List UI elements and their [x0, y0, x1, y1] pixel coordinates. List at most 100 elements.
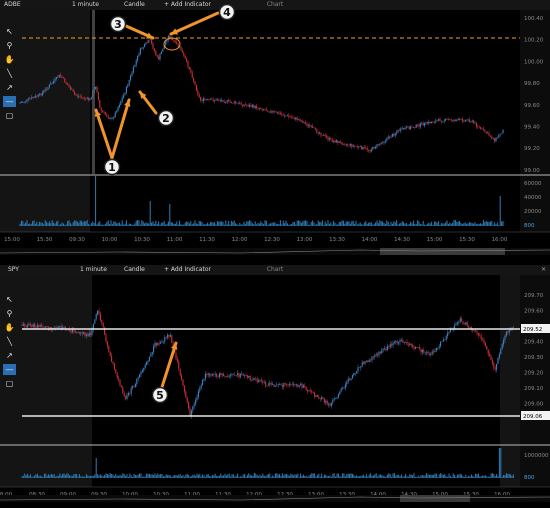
candle — [437, 347, 439, 349]
candle — [253, 378, 255, 379]
volume-bar — [498, 224, 500, 226]
candle — [383, 141, 385, 144]
volume-bar — [235, 223, 237, 226]
line-icon[interactable]: ╲ — [3, 336, 16, 347]
navigator-window — [400, 495, 470, 502]
rectangle-icon[interactable]: ▢ — [3, 110, 16, 121]
candle — [461, 118, 463, 122]
candle — [87, 334, 89, 337]
arrow-icon[interactable]: ↗ — [3, 350, 16, 361]
volume-bar — [359, 222, 361, 226]
horizontal-line-icon[interactable]: — — [3, 364, 16, 375]
candle — [426, 351, 428, 353]
volume-bar — [131, 224, 133, 226]
candle — [35, 327, 37, 328]
candle — [173, 40, 175, 42]
volume-bar — [48, 221, 50, 226]
candle — [135, 60, 137, 65]
candle — [498, 134, 500, 138]
volume-bar — [344, 476, 346, 478]
volume-bar — [370, 222, 372, 226]
candle — [291, 116, 293, 118]
volume-bar — [46, 221, 48, 226]
annotation-number: 4 — [223, 6, 231, 19]
arrow-icon[interactable]: ↗ — [3, 82, 16, 93]
chart-canvas[interactable]: 209.70209.60209.50209.40209.30209.20209.… — [0, 265, 550, 508]
volume-bar — [187, 221, 189, 226]
pointer-icon[interactable]: ↖ — [3, 26, 16, 37]
candle — [289, 116, 291, 118]
candle — [136, 378, 138, 384]
candle — [101, 320, 103, 323]
hand-icon[interactable]: ✋ — [3, 54, 16, 65]
price-tick-label: 100.40 — [524, 16, 544, 22]
candle — [345, 144, 347, 145]
volume-bar — [220, 473, 222, 478]
candle — [425, 122, 427, 123]
volume-bar — [183, 476, 185, 478]
volume-bar — [459, 220, 461, 226]
volume-bar — [464, 222, 466, 226]
chart-canvas[interactable]: 100.40 100.20 100.00 99.80 99.60 99.40 99.20 99… — [0, 0, 550, 262]
volume-bar — [68, 220, 70, 226]
volume-bar — [471, 223, 473, 226]
candle — [283, 383, 285, 387]
candle — [463, 121, 465, 122]
candle — [422, 123, 424, 126]
volume-bar — [291, 474, 293, 478]
candle — [118, 105, 120, 108]
candle — [122, 387, 124, 393]
volume-bar — [305, 475, 307, 478]
volume-bar — [145, 222, 147, 226]
volume-bar — [230, 476, 232, 478]
volume-bar — [421, 475, 423, 478]
volume-bar — [81, 476, 83, 478]
volume-bar — [484, 475, 486, 478]
candle — [304, 385, 306, 387]
candle — [368, 359, 370, 363]
volume-bar — [244, 224, 246, 226]
zoom-icon[interactable]: ⚲ — [3, 308, 16, 319]
hand-icon[interactable]: ✋ — [3, 322, 16, 333]
candle — [184, 55, 186, 59]
candle — [438, 118, 440, 121]
volume-bar — [461, 474, 463, 478]
volume-bar — [267, 474, 269, 478]
price-tick-label: 209.70 — [524, 293, 544, 299]
horizontal-line-icon[interactable]: — — [3, 96, 16, 107]
candle — [330, 138, 332, 140]
pointer-icon[interactable]: ↖ — [3, 294, 16, 305]
candle — [386, 346, 388, 351]
candle — [278, 113, 280, 114]
candle — [478, 126, 480, 128]
candle — [337, 140, 339, 143]
candle — [398, 130, 400, 132]
volume-bar — [304, 475, 306, 478]
volume-bar — [484, 221, 486, 226]
volume-bar — [232, 221, 234, 226]
candle — [24, 324, 26, 327]
candle — [388, 346, 390, 348]
candle — [465, 322, 467, 325]
candle — [90, 97, 92, 100]
volume-bar — [330, 222, 332, 226]
zoom-icon[interactable]: ⚲ — [3, 40, 16, 51]
candle — [325, 400, 327, 403]
volume-bar — [211, 475, 213, 478]
volume-bar — [347, 221, 349, 226]
volume-bar — [407, 476, 409, 478]
candle — [148, 356, 150, 361]
candle — [130, 387, 132, 394]
candle — [226, 100, 228, 103]
volume-bar — [159, 224, 161, 226]
candle — [389, 344, 391, 348]
volume-bar — [225, 220, 227, 226]
volume-bar — [379, 474, 381, 478]
line-icon[interactable]: ╲ — [3, 68, 16, 79]
rectangle-icon[interactable]: ▢ — [3, 378, 16, 389]
candle — [493, 363, 495, 368]
candle — [482, 339, 484, 340]
volume-bar — [119, 474, 121, 478]
volume-bar — [477, 223, 479, 226]
volume-bar — [147, 473, 149, 478]
